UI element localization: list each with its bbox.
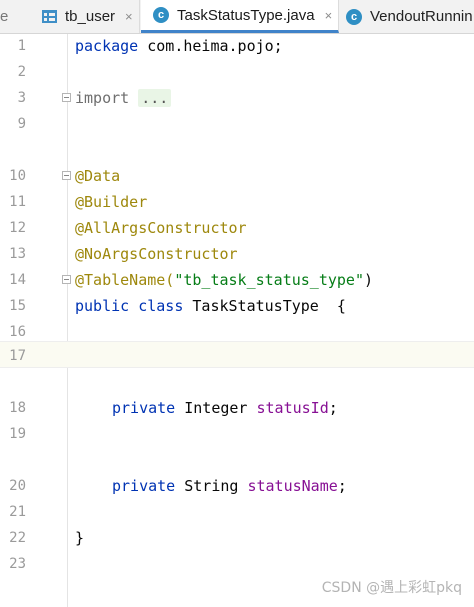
tab-tb-user-label: tb_user [65,8,116,25]
tab-clipped[interactable]: e [0,0,22,33]
code-line-class-declaration[interactable]: public class TaskStatusType { [75,296,346,316]
editor-window: e tb_user × c TaskStatusType.java × c Ve… [0,0,474,607]
line-number: 19 [9,426,26,442]
close-icon[interactable]: × [325,8,333,23]
code-line-annotation-noargs[interactable]: @NoArgsConstructor [75,244,238,264]
tab-task-status-type[interactable]: c TaskStatusType.java × [141,0,339,33]
line-number: 20 [9,478,26,494]
code-line-annotation-allargs[interactable]: @AllArgsConstructor [75,218,247,238]
java-class-icon: c [153,7,169,23]
line-number: 2 [17,64,26,80]
keyword: import [75,89,130,107]
line-number: 23 [9,556,26,572]
type-name: String [175,477,248,495]
line-number: 22 [9,530,26,546]
code-line-field-status-name[interactable]: private String statusName; [112,476,347,496]
close-icon[interactable]: × [125,9,133,24]
code-line-package[interactable]: package com.heima.pojo; [75,36,283,56]
line-number: 14 [9,272,26,288]
line-number: 9 [17,116,26,132]
semicolon: ; [337,477,347,495]
line-number: 11 [9,194,26,210]
java-class-icon: c [346,8,362,25]
semicolon: ; [328,399,338,417]
type-name: Integer [175,399,257,417]
line-number: 10 [9,168,26,184]
package-name: com.heima.pojo; [138,37,283,55]
line-number: 13 [9,246,26,262]
code-line-closing-brace[interactable]: } [75,528,84,548]
tab-clipped-label: e [0,8,9,25]
tab-task-status-type-label: TaskStatusType.java [177,6,315,24]
code-line-annotation-tablename[interactable]: @TableName("tb_task_status_type") [75,270,373,290]
code-line-annotation-builder[interactable]: @Builder [75,192,147,212]
annotation: @TableName( [75,271,175,289]
line-number: 16 [9,324,26,340]
line-number: 21 [9,504,26,520]
line-number: 1 [17,38,26,54]
keyword: public class [75,297,184,315]
field-name: statusName [247,477,338,495]
fold-toggle-icon[interactable] [62,275,71,284]
line-number: 18 [9,400,26,416]
tab-tb-user[interactable]: tb_user × [30,0,140,33]
editor-tab-bar: e tb_user × c TaskStatusType.java × c Ve… [0,0,474,34]
field-name: statusId [256,399,329,417]
keyword: private [112,477,176,495]
current-line-highlight [0,341,474,368]
line-number: 15 [9,298,26,314]
csdn-watermark: CSDN @遇上彩虹pkq [321,580,462,596]
paren-close: ) [364,271,374,289]
database-table-icon [42,10,57,23]
keyword: package [75,37,139,55]
line-number: 3 [17,90,26,106]
code-line-field-status-id[interactable]: private Integer statusId; [112,398,338,418]
code-line-import[interactable]: import ... [75,88,172,108]
fold-toggle-icon[interactable] [62,93,71,102]
tab-vendout-running-label: VendoutRunnin [370,8,473,25]
string-literal: "tb_task_status_type" [174,271,364,289]
fold-toggle-icon[interactable] [62,171,71,180]
line-number: 17 [9,348,26,364]
keyword: private [112,399,176,417]
tab-vendout-running[interactable]: c VendoutRunnin [340,0,474,33]
line-number: 12 [9,220,26,236]
class-name: TaskStatusType { [183,297,346,315]
code-line-annotation-data[interactable]: @Data [75,166,120,186]
folded-imports-placeholder[interactable]: ... [138,89,172,107]
